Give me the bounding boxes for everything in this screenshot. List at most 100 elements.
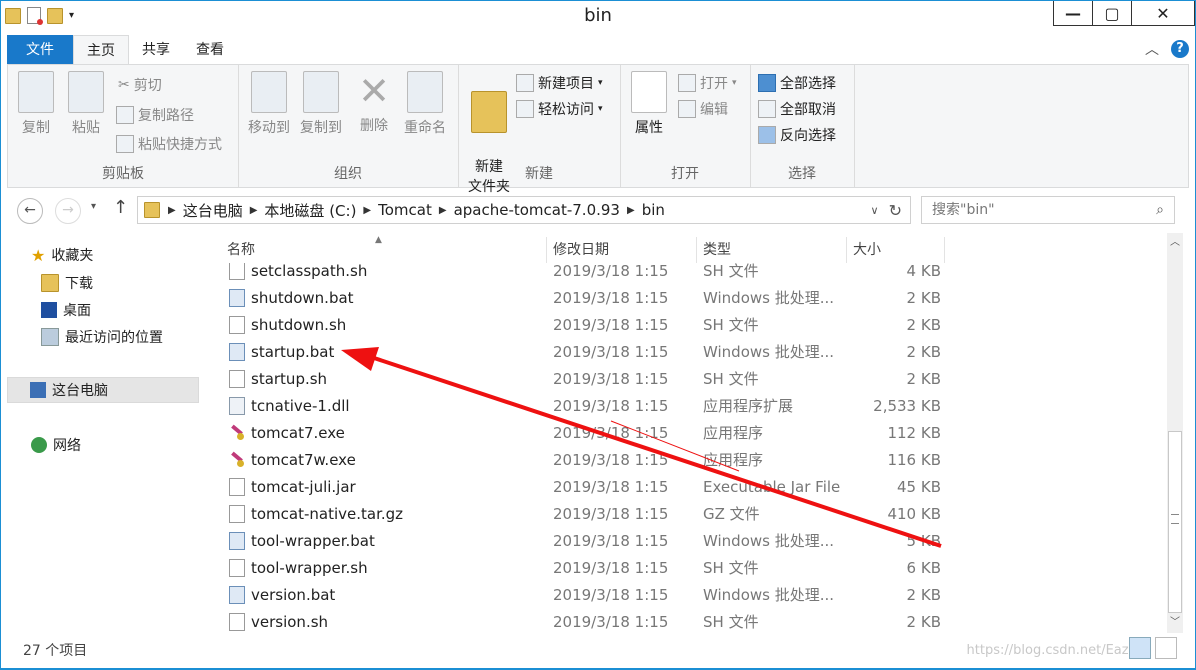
details-view-icon[interactable]: [1129, 637, 1151, 659]
rename-button[interactable]: 重命名: [400, 71, 450, 137]
file-name-cell: version.sh: [207, 612, 547, 631]
status-bar: 27 个项目 https://blog.csdn.net/Eaze...: [7, 635, 1189, 663]
nav-item-network[interactable]: 网络: [31, 435, 81, 455]
ribbon: 复制 粘贴 ✂ 剪切 复制路径 粘贴快捷方式 剪贴板 移动到 复制到 ✕ 删除 …: [7, 64, 1189, 195]
tab-view[interactable]: 查看: [183, 35, 237, 65]
file-file-icon: [229, 558, 245, 577]
file-row[interactable]: startup.sh 2019/3/18 1:15 SH 文件 2 KB: [207, 365, 941, 392]
file-date: 2019/3/18 1:15: [553, 423, 669, 442]
open-button[interactable]: 打开 ▾: [678, 73, 737, 93]
file-size: 2 KB: [906, 585, 941, 604]
column-date[interactable]: 修改日期: [547, 237, 697, 263]
collapse-ribbon-icon[interactable]: ︿: [1145, 39, 1159, 59]
file-name-cell: tool-wrapper.bat: [207, 531, 547, 550]
address-bar[interactable]: ▶ 这台电脑 ▶ 本地磁盘 (C:) ▶ Tomcat ▶ apache-tom…: [137, 196, 911, 224]
file-size: 2 KB: [906, 342, 941, 361]
file-row[interactable]: tcnative-1.dll 2019/3/18 1:15 应用程序扩展 2,533 …: [207, 392, 941, 419]
breadcrumb-local-disk[interactable]: 本地磁盘 (C:): [259, 200, 361, 221]
new-item-button[interactable]: 新建项目 ▾: [516, 73, 603, 93]
column-type[interactable]: 类型: [697, 237, 847, 263]
tab-file[interactable]: 文件: [7, 35, 73, 65]
file-row[interactable]: tomcat7.exe 2019/3/18 1:15 应用程序 112 KB: [207, 419, 941, 446]
nav-item-this-pc[interactable]: 这台电脑: [7, 377, 199, 403]
paste-button[interactable]: 粘贴: [66, 71, 106, 137]
tab-home[interactable]: 主页: [73, 35, 129, 67]
file-date: 2019/3/18 1:15: [553, 288, 669, 307]
file-row[interactable]: version.bat 2019/3/18 1:15 Windows 批处理... 2…: [207, 581, 941, 608]
bat-file-icon: [229, 585, 245, 604]
file-row[interactable]: shutdown.sh 2019/3/18 1:15 SH 文件 2 KB: [207, 311, 941, 338]
scroll-down-icon[interactable]: ﹀: [1167, 615, 1183, 631]
file-type: 应用程序: [703, 451, 764, 469]
file-row[interactable]: startup.bat 2019/3/18 1:15 Windows 批处理... 2…: [207, 338, 941, 365]
file-type: SH 文件: [703, 613, 759, 631]
easy-access-button[interactable]: 轻松访问 ▾: [516, 99, 603, 119]
file-row[interactable]: tomcat-juli.jar 2019/3/18 1:15 Executable …: [207, 473, 941, 500]
file-row[interactable]: tomcat7w.exe 2019/3/18 1:15 应用程序 116 KB: [207, 446, 941, 473]
address-folder-icon: [144, 202, 160, 218]
help-icon[interactable]: ?: [1171, 40, 1189, 58]
column-size[interactable]: 大小: [847, 237, 945, 263]
select-none-button[interactable]: 全部取消: [758, 99, 836, 119]
move-to-button[interactable]: 移动到: [244, 71, 294, 137]
file-type: Windows 批处理...: [703, 586, 835, 604]
large-icons-view-icon[interactable]: [1155, 637, 1177, 659]
copy-path-button[interactable]: 复制路径: [116, 105, 194, 125]
file-size: 2 KB: [906, 288, 941, 307]
breadcrumb-bin[interactable]: bin: [637, 201, 670, 219]
copy-button[interactable]: 复制: [16, 71, 56, 137]
file-date: 2019/3/18 1:15: [553, 396, 669, 415]
maximize-button[interactable]: ▢: [1092, 1, 1132, 26]
refresh-icon[interactable]: ↻: [889, 201, 902, 220]
minimize-button[interactable]: —: [1053, 1, 1093, 26]
file-name-cell: shutdown.sh: [207, 315, 547, 334]
forward-button[interactable]: →: [55, 198, 81, 224]
invert-selection-button[interactable]: 反向选择: [758, 125, 836, 145]
column-name[interactable]: 名称 ▲: [207, 235, 547, 263]
scissors-icon: ✂: [118, 77, 130, 93]
copy-to-icon: [303, 71, 339, 113]
breadcrumb-tomcat[interactable]: Tomcat: [373, 201, 437, 219]
chevron-right-icon: ▶: [626, 204, 635, 216]
file-list: setclasspath.sh 2019/3/18 1:15 SH 文件 4 KB sh…: [207, 233, 1165, 633]
file-name: version.bat: [251, 585, 336, 604]
breadcrumb-apache-tomcat[interactable]: apache-tomcat-7.0.93: [449, 201, 625, 219]
file-type: SH 文件: [703, 370, 759, 388]
scroll-up-icon[interactable]: ︿: [1167, 235, 1183, 251]
breadcrumb-this-pc[interactable]: 这台电脑: [178, 200, 248, 221]
delete-x-icon: ✕: [358, 69, 390, 113]
delete-button[interactable]: ✕ 删除: [354, 71, 394, 135]
close-button[interactable]: ✕: [1131, 1, 1195, 26]
file-name-cell: tomcat7.exe: [207, 424, 547, 442]
paste-shortcut-button[interactable]: 粘贴快捷方式: [116, 134, 222, 154]
nav-item-recent[interactable]: 最近访问的位置: [41, 327, 163, 347]
address-dropdown-icon[interactable]: ∨: [871, 204, 879, 217]
file-row[interactable]: tool-wrapper.sh 2019/3/18 1:15 SH 文件 6 KB: [207, 554, 941, 581]
up-button[interactable]: ↑: [113, 197, 128, 218]
file-row[interactable]: version.sh 2019/3/18 1:15 SH 文件 2 KB: [207, 608, 941, 633]
vertical-scrollbar[interactable]: ︿ ﹀: [1167, 233, 1183, 633]
search-input[interactable]: 搜索"bin" ⌕: [921, 196, 1175, 224]
file-date: 2019/3/18 1:15: [553, 612, 669, 631]
file-row[interactable]: shutdown.bat 2019/3/18 1:15 Windows 批处理...…: [207, 284, 941, 311]
file-type: SH 文件: [703, 316, 759, 334]
file-name: tomcat-juli.jar: [251, 477, 356, 496]
file-type: GZ 文件: [703, 505, 760, 523]
recent-locations-icon[interactable]: ▾: [91, 201, 96, 212]
file-type: 应用程序: [703, 424, 764, 442]
edit-button[interactable]: 编辑: [678, 99, 728, 119]
tab-share[interactable]: 共享: [129, 35, 183, 65]
properties-button[interactable]: 属性: [626, 71, 672, 137]
file-row[interactable]: tool-wrapper.bat 2019/3/18 1:15 Windows 批处…: [207, 527, 941, 554]
file-date: 2019/3/18 1:15: [553, 450, 669, 469]
copy-to-button[interactable]: 复制到: [296, 71, 346, 137]
file-file-icon: [229, 369, 245, 388]
cut-button[interactable]: ✂ 剪切: [118, 75, 162, 95]
file-row[interactable]: tomcat-native.tar.gz 2019/3/18 1:15 GZ 文件 4…: [207, 500, 941, 527]
back-button[interactable]: ←: [17, 198, 43, 224]
select-all-button[interactable]: 全部选择: [758, 73, 836, 93]
scroll-thumb[interactable]: [1168, 431, 1182, 613]
nav-item-downloads[interactable]: 下载: [41, 273, 93, 293]
nav-item-favorites[interactable]: ★ 收藏夹: [31, 245, 93, 265]
nav-item-desktop[interactable]: 桌面: [41, 300, 91, 320]
